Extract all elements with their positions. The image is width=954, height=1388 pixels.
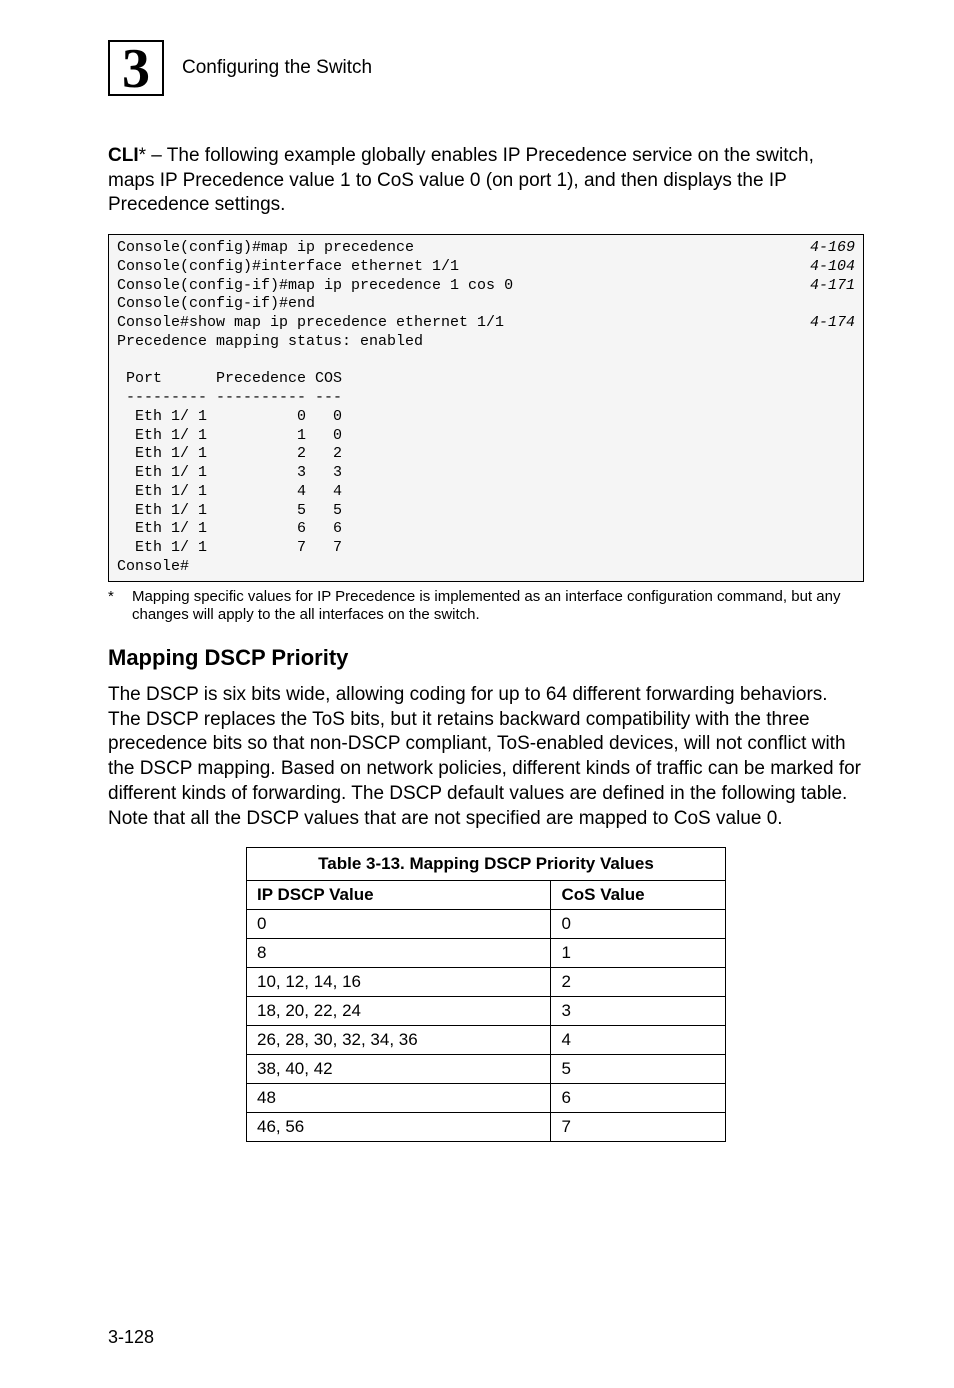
table-cell: 2 <box>551 968 726 997</box>
table-row: 18, 20, 22, 243 <box>247 997 726 1026</box>
page-header: 3 Configuring the Switch <box>108 40 864 96</box>
footnote-marker: * <box>108 588 132 626</box>
table-cell: 7 <box>551 1113 726 1142</box>
table-cell: 48 <box>247 1084 551 1113</box>
table-cell: 3 <box>551 997 726 1026</box>
code-page-ref: 4-169 <box>810 239 855 258</box>
table-row: 10, 12, 14, 162 <box>247 968 726 997</box>
table-cell: 1 <box>551 939 726 968</box>
code-line: Eth 1/ 1 7 7 <box>117 539 855 558</box>
code-line: 4-104Console(config)#interface ethernet … <box>117 258 855 277</box>
code-line: 4-169Console(config)#map ip precedence <box>117 239 855 258</box>
table-cell: 46, 56 <box>247 1113 551 1142</box>
code-line: Eth 1/ 1 6 6 <box>117 520 855 539</box>
table-row: 38, 40, 425 <box>247 1055 726 1084</box>
code-line: Eth 1/ 1 0 0 <box>117 408 855 427</box>
code-page-ref: 4-171 <box>810 277 855 296</box>
code-line: Console(config-if)#end <box>117 295 855 314</box>
chapter-number: 3 <box>122 41 150 97</box>
code-line: Precedence mapping status: enabled <box>117 333 855 352</box>
table-row: 26, 28, 30, 32, 34, 364 <box>247 1026 726 1055</box>
code-line: 4-171Console(config-if)#map ip precedenc… <box>117 277 855 296</box>
table-cell: 0 <box>247 910 551 939</box>
table-cell: 4 <box>551 1026 726 1055</box>
table-row: 81 <box>247 939 726 968</box>
table-header-cell: IP DSCP Value <box>247 881 551 910</box>
cli-code-block: 4-169Console(config)#map ip precedence4-… <box>108 234 864 582</box>
table-header-cell: CoS Value <box>551 881 726 910</box>
footnote: * Mapping specific values for IP Precede… <box>108 588 864 626</box>
table-cell: 38, 40, 42 <box>247 1055 551 1084</box>
code-line: Eth 1/ 1 3 3 <box>117 464 855 483</box>
dscp-paragraph: The DSCP is six bits wide, allowing codi… <box>108 683 864 831</box>
table-cell: 6 <box>551 1084 726 1113</box>
table-cell: 8 <box>247 939 551 968</box>
code-line: Console# <box>117 558 855 577</box>
page: 3 Configuring the Switch CLI* – The foll… <box>0 0 954 1388</box>
section-heading: Mapping DSCP Priority <box>108 645 864 671</box>
table-header-row: IP DSCP Value CoS Value <box>247 881 726 910</box>
table-cell: 0 <box>551 910 726 939</box>
code-page-ref: 4-174 <box>810 314 855 333</box>
table-cell: 5 <box>551 1055 726 1084</box>
table-row: 00 <box>247 910 726 939</box>
page-title: Configuring the Switch <box>182 57 372 79</box>
dscp-table: Table 3-13. Mapping DSCP Priority Values… <box>246 847 726 1142</box>
chapter-icon: 3 <box>108 40 164 96</box>
code-line: Eth 1/ 1 5 5 <box>117 502 855 521</box>
code-line: Port Precedence COS <box>117 370 855 389</box>
code-line <box>117 352 855 371</box>
code-line: Eth 1/ 1 4 4 <box>117 483 855 502</box>
table-row: 46, 567 <box>247 1113 726 1142</box>
code-line: Eth 1/ 1 2 2 <box>117 445 855 464</box>
page-number: 3-128 <box>108 1327 154 1348</box>
intro-paragraph: CLI* – The following example globally en… <box>108 144 864 218</box>
code-line: 4-174Console#show map ip precedence ethe… <box>117 314 855 333</box>
code-line: Eth 1/ 1 1 0 <box>117 427 855 446</box>
footnote-text: Mapping specific values for IP Precedenc… <box>132 588 864 626</box>
code-page-ref: 4-104 <box>810 258 855 277</box>
table-caption: Table 3-13. Mapping DSCP Priority Values <box>246 847 726 880</box>
code-line: --------- ---------- --- <box>117 389 855 408</box>
table-row: 486 <box>247 1084 726 1113</box>
table-cell: 18, 20, 22, 24 <box>247 997 551 1026</box>
table-cell: 10, 12, 14, 16 <box>247 968 551 997</box>
table-cell: 26, 28, 30, 32, 34, 36 <box>247 1026 551 1055</box>
